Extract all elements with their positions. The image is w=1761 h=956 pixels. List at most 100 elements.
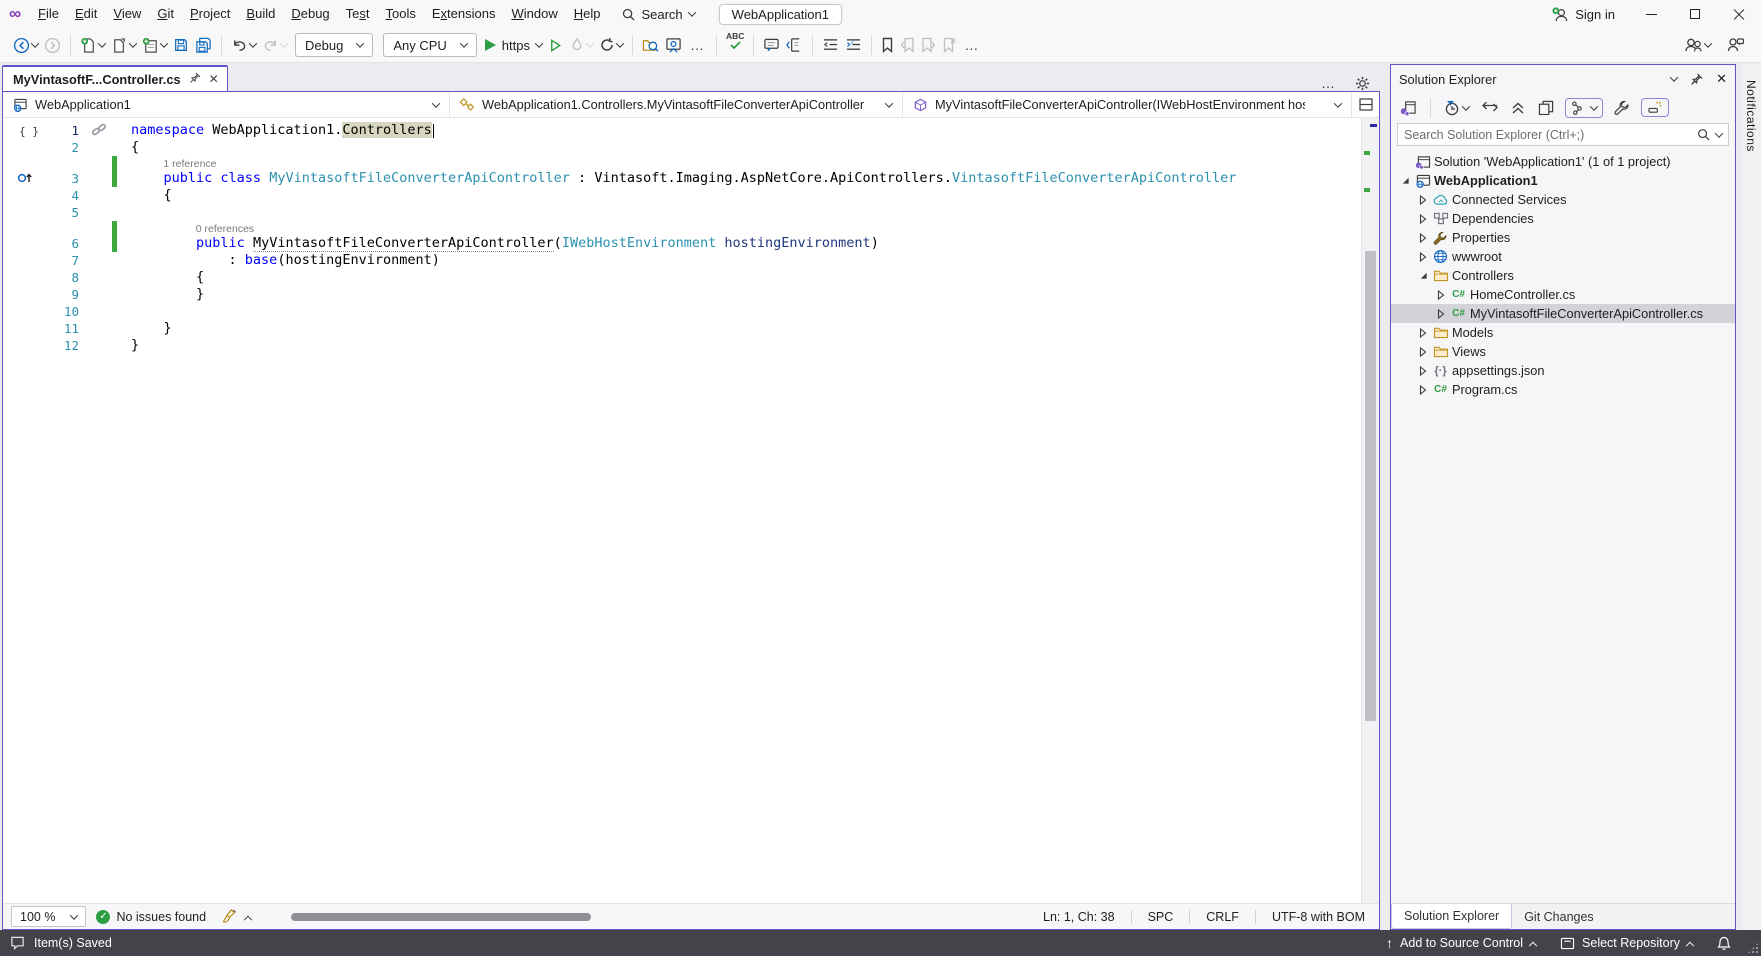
expand-arrow-icon[interactable] bbox=[1415, 195, 1431, 205]
tree-item-wwwroot[interactable]: wwwroot bbox=[1391, 247, 1735, 266]
collapse-arrow-icon[interactable] bbox=[1415, 271, 1431, 280]
expand-arrow-icon[interactable] bbox=[1415, 385, 1431, 395]
code-line-9[interactable]: 9 } bbox=[3, 286, 1361, 303]
expand-arrow-icon[interactable] bbox=[1433, 290, 1449, 300]
increase-indent-button[interactable]: 2 bbox=[842, 32, 865, 58]
close-panel-icon[interactable]: ✕ bbox=[1716, 71, 1727, 87]
notifications-bell-button[interactable] bbox=[1709, 930, 1739, 956]
menu-build[interactable]: Build bbox=[238, 0, 283, 28]
comment-lines-button[interactable] bbox=[783, 32, 806, 58]
solution-platform-dropdown[interactable]: Any CPU bbox=[383, 33, 476, 57]
project-dropdown[interactable]: WebApplication1 bbox=[3, 92, 450, 117]
tool-tab-solution-explorer[interactable]: Solution Explorer bbox=[1391, 904, 1512, 929]
split-window-button[interactable] bbox=[1352, 92, 1379, 117]
previous-bookmark-button[interactable] bbox=[897, 32, 918, 58]
zoom-dropdown[interactable]: 100 % bbox=[11, 906, 86, 927]
save-all-button[interactable] bbox=[192, 32, 215, 58]
tree-item-program-cs[interactable]: C#Program.cs bbox=[1391, 380, 1735, 399]
properties-button[interactable] bbox=[1612, 98, 1632, 118]
menu-extensions[interactable]: Extensions bbox=[424, 0, 504, 28]
tab-close-icon[interactable]: ✕ bbox=[209, 72, 219, 86]
scrollbar-thumb[interactable] bbox=[291, 913, 591, 921]
add-to-source-control-button[interactable]: ↑ Add to Source Control bbox=[1378, 930, 1544, 956]
toggle-comment-button[interactable] bbox=[760, 32, 783, 58]
switch-views-button[interactable] bbox=[1398, 98, 1419, 118]
code-line-4[interactable]: 4 { bbox=[3, 187, 1361, 204]
tree-item-models[interactable]: Models bbox=[1391, 323, 1735, 342]
spell-checker-button[interactable]: ABC bbox=[723, 32, 747, 58]
code-line-1[interactable]: { ̇}1namespace WebApplication1.Controlle… bbox=[3, 122, 1361, 139]
code-editor[interactable]: { ̇}1namespace WebApplication1.Controlle… bbox=[3, 118, 1379, 903]
toggle-bookmark-button[interactable] bbox=[878, 32, 897, 58]
browser-link-button[interactable] bbox=[662, 32, 685, 58]
solution-explorer-search[interactable] bbox=[1397, 123, 1729, 146]
navigate-backward-button[interactable] bbox=[10, 32, 41, 58]
notifications-side-tab[interactable]: Notifications bbox=[1741, 64, 1761, 930]
expand-arrow-icon[interactable] bbox=[1415, 252, 1431, 262]
pending-changes-filter-button[interactable] bbox=[1442, 98, 1471, 118]
menu-tools[interactable]: Tools bbox=[378, 0, 424, 28]
find-in-files-button[interactable] bbox=[639, 32, 662, 58]
minimize-button[interactable] bbox=[1629, 0, 1673, 28]
code-line-5[interactable]: 5 bbox=[3, 204, 1361, 221]
undo-button[interactable] bbox=[228, 32, 259, 58]
select-repository-button[interactable]: Select Repository bbox=[1552, 930, 1701, 956]
code-lens-references[interactable]: 0 references bbox=[196, 223, 254, 235]
code-line-7[interactable]: 7 : base(hostingEnvironment) bbox=[3, 252, 1361, 269]
menu-debug[interactable]: Debug bbox=[283, 0, 337, 28]
health-indicator[interactable]: ✓ No issues found bbox=[96, 910, 206, 924]
preview-selected-items-button[interactable] bbox=[1641, 98, 1669, 117]
scrollbar-thumb[interactable] bbox=[1365, 251, 1376, 721]
decrease-indent-button[interactable] bbox=[819, 32, 842, 58]
type-dropdown[interactable]: WebApplication1.Controllers.MyVintasoftF… bbox=[450, 92, 903, 117]
code-cleanup-button[interactable] bbox=[222, 909, 251, 924]
add-new-item-button[interactable] bbox=[139, 32, 170, 58]
menu-file[interactable]: File bbox=[30, 0, 67, 28]
tree-item-dependencies[interactable]: Dependencies bbox=[1391, 209, 1735, 228]
code-line-6[interactable]: 6 public MyVintasoftFileConverterApiCont… bbox=[3, 235, 1361, 252]
expand-arrow-icon[interactable] bbox=[1433, 309, 1449, 319]
live-share-button[interactable] bbox=[1681, 32, 1714, 58]
collapse-arrow-icon[interactable] bbox=[1397, 176, 1413, 185]
menu-view[interactable]: View bbox=[105, 0, 149, 28]
document-list-button[interactable]: … bbox=[1316, 75, 1341, 91]
tree-item-properties[interactable]: Properties bbox=[1391, 228, 1735, 247]
navigate-forward-button[interactable] bbox=[41, 32, 64, 58]
sync-selection-button[interactable] bbox=[1480, 100, 1500, 116]
show-all-files-button[interactable] bbox=[1536, 98, 1556, 117]
tree-item-myvintasoftfileconverterapicontroller-cs[interactable]: C#MyVintasoftFileConverterApiController.… bbox=[1391, 304, 1735, 323]
code-line-3[interactable]: 3 public class MyVintasoftFileConverterA… bbox=[3, 170, 1361, 187]
tree-item-homecontroller-cs[interactable]: C#HomeController.cs bbox=[1391, 285, 1735, 304]
pin-icon[interactable] bbox=[1690, 73, 1703, 86]
expand-arrow-icon[interactable] bbox=[1415, 214, 1431, 224]
tree-item-webapplication1[interactable]: WebApplication1 bbox=[1391, 171, 1735, 190]
save-button[interactable] bbox=[170, 32, 192, 58]
line-ending-mode[interactable]: CRLF bbox=[1200, 910, 1245, 924]
tree-item-controllers[interactable]: Controllers bbox=[1391, 266, 1735, 285]
menu-help[interactable]: Help bbox=[566, 0, 609, 28]
code-line-12[interactable]: 12} bbox=[3, 337, 1361, 354]
close-button[interactable] bbox=[1717, 0, 1761, 28]
active-project-badge[interactable]: WebApplication1 bbox=[719, 4, 842, 25]
menu-test[interactable]: Test bbox=[338, 0, 378, 28]
horizontal-scrollbar[interactable] bbox=[271, 912, 1017, 922]
redo-button[interactable] bbox=[259, 32, 290, 58]
refresh-button[interactable] bbox=[596, 32, 626, 58]
code-structure-icon[interactable]: { ̇} bbox=[19, 123, 39, 140]
caret-position[interactable]: Ln: 1, Ch: 38 bbox=[1037, 910, 1121, 924]
code-line-8[interactable]: 8 { bbox=[3, 269, 1361, 286]
start-debugging-button[interactable]: https bbox=[482, 32, 545, 58]
tool-tab-git-changes[interactable]: Git Changes bbox=[1512, 904, 1605, 929]
code-line-11[interactable]: 11 } bbox=[3, 320, 1361, 337]
menu-git[interactable]: Git bbox=[149, 0, 182, 28]
member-dropdown[interactable]: MyVintasoftFileConverterApiController(IW… bbox=[903, 92, 1352, 117]
maximize-button[interactable] bbox=[1673, 0, 1717, 28]
menu-edit[interactable]: Edit bbox=[67, 0, 105, 28]
menu-window[interactable]: Window bbox=[503, 0, 565, 28]
menu-project[interactable]: Project bbox=[182, 0, 238, 28]
toolbar-overflow-button[interactable]: … bbox=[685, 37, 710, 53]
vertical-scrollbar[interactable] bbox=[1361, 118, 1379, 903]
new-file-button[interactable] bbox=[77, 32, 108, 58]
search-box[interactable]: Search bbox=[612, 7, 704, 22]
start-without-debugging-button[interactable] bbox=[545, 32, 566, 58]
